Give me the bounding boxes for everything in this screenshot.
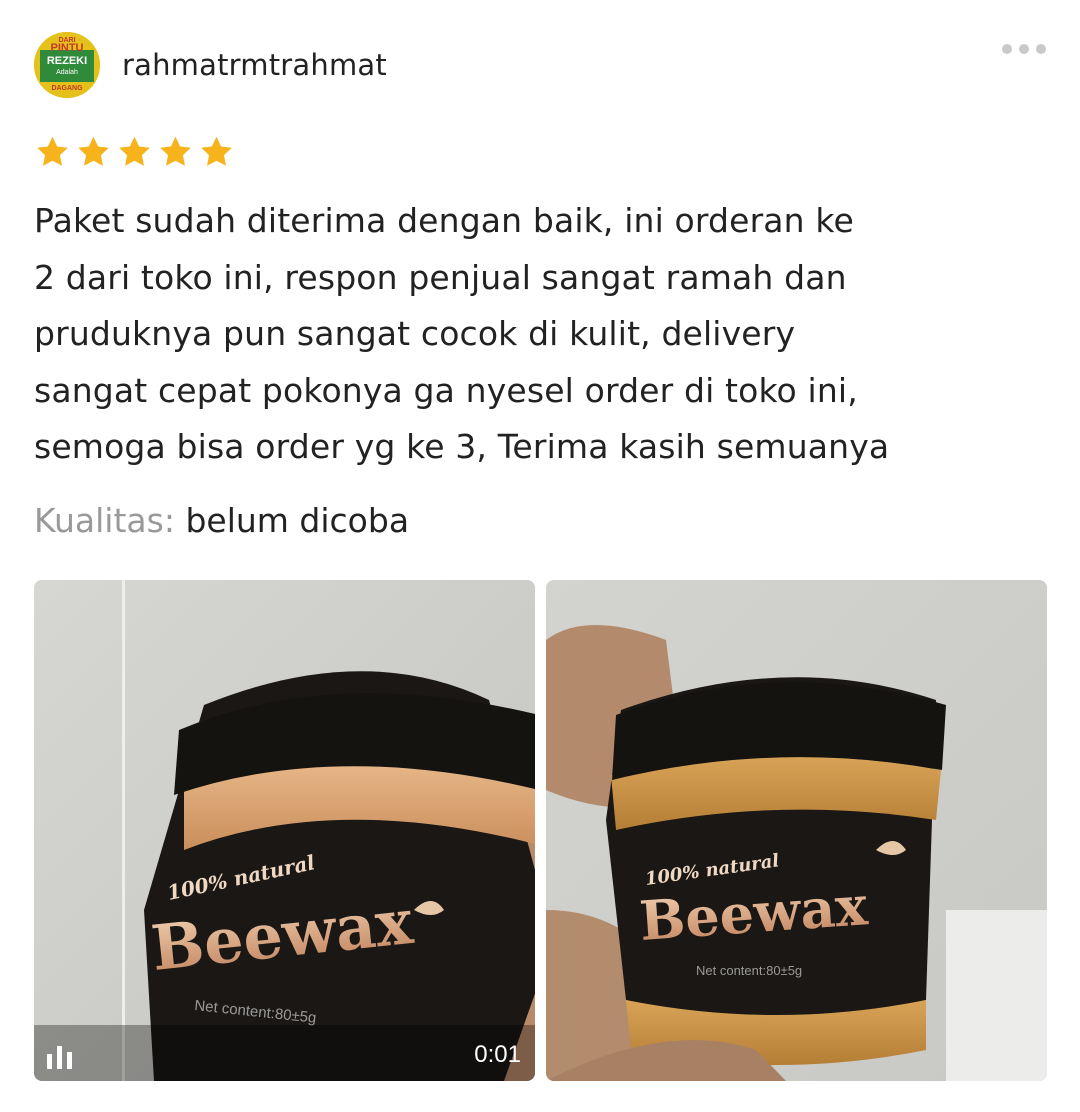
more-dot-icon [1036,44,1046,54]
avatar-text-4: Adalah [56,69,78,76]
avatar-text-3: REZEKI [47,55,87,67]
quality-value: belum dicoba [185,501,410,540]
avatar-text-5: DAGANG [51,85,83,92]
star-icon [119,136,150,166]
avatar-image: DARI PINTU REZEKI Adalah DAGANG [34,32,100,98]
rating-stars [34,134,235,170]
reviewer-username[interactable]: rahmatrmtrahmat [122,48,387,82]
review-video-thumbnail[interactable]: 100% natural Beewax Net content:80±5g 0:… [34,580,535,1081]
star-icon [201,136,232,166]
star-icon [160,136,191,166]
star-icon [37,136,68,166]
avatar[interactable]: DARI PINTU REZEKI Adalah DAGANG [34,32,100,98]
avatar-text-2: PINTU [51,42,84,54]
quality-row: Kualitas: belum dicoba [34,497,409,545]
more-options-button[interactable] [1002,44,1046,54]
review-card: DARI PINTU REZEKI Adalah DAGANG rahmatrm… [0,0,1080,1112]
review-text: Paket sudah diterima dengan baik, ini or… [34,193,1034,476]
more-dot-icon [1002,44,1012,54]
video-bars-icon [47,1046,72,1069]
more-dot-icon [1019,44,1029,54]
quality-label: Kualitas: [34,501,175,540]
review-text-line: 2 dari toko ini, respon penjual sangat r… [34,257,847,297]
review-text-line: sangat cepat pokonya ga nyesel order di … [34,370,858,410]
video-overlay-bar: 0:01 [34,1025,535,1081]
beewax-jar-photo: 100% natural Beewax Net content:80±5g [34,580,535,1081]
review-photo-thumbnail[interactable]: 100% natural Beewax Net content:80±5g [546,580,1047,1081]
star-icon [78,136,109,166]
review-text-line: pruduknya pun sangat cocok di kulit, del… [34,314,796,353]
review-text-line: Paket sudah diterima dengan baik, ini or… [34,201,854,240]
beewax-jar-photo: 100% natural Beewax Net content:80±5g [546,580,1047,1081]
review-header: DARI PINTU REZEKI Adalah DAGANG rahmatrm… [34,32,1046,100]
video-duration: 0:01 [474,1041,521,1068]
review-text-line: semoga bisa order yg ke 3, Terima kasih … [34,427,890,466]
jar-net-content: Net content:80±5g [696,963,802,978]
